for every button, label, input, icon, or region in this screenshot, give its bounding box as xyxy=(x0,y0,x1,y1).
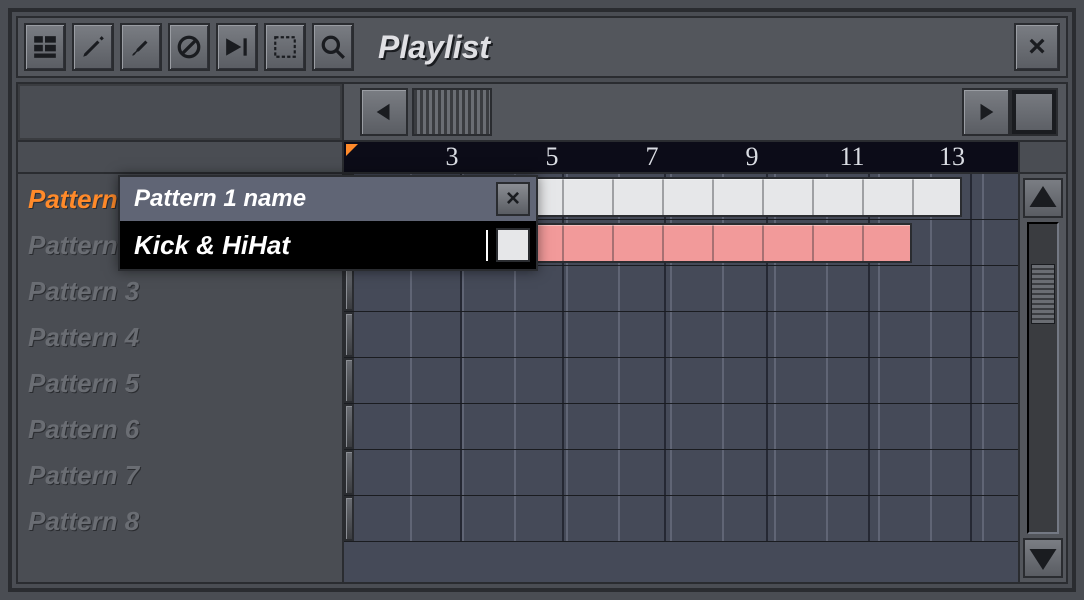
rename-popup-title: Pattern 1 name xyxy=(134,185,496,213)
window-title: Playlist xyxy=(378,29,490,66)
pattern-label[interactable]: Pattern 6 xyxy=(18,406,342,452)
horizontal-scroll-thumb[interactable] xyxy=(412,88,492,136)
ruler-tick: 11 xyxy=(839,142,864,172)
ruler-tick: 7 xyxy=(646,142,659,172)
ruler-tick: 9 xyxy=(746,142,759,172)
triangle-right-icon xyxy=(975,101,997,123)
ruler-corner xyxy=(18,142,344,172)
pattern-row[interactable] xyxy=(344,404,1018,450)
scroll-up-button[interactable] xyxy=(1023,178,1063,218)
navigation-row xyxy=(18,84,1066,140)
paintbrush-icon xyxy=(128,34,154,60)
ruler-track[interactable]: 3 5 7 9 11 13 xyxy=(344,142,1018,172)
ruler-tick: 5 xyxy=(546,142,559,172)
titlebar: Playlist × xyxy=(16,16,1068,78)
grid-menu-icon xyxy=(32,34,58,60)
scroll-down-button[interactable] xyxy=(1023,538,1063,578)
rename-popup-header[interactable]: Pattern 1 name × xyxy=(120,177,536,221)
zoom-tool-button[interactable] xyxy=(312,23,354,71)
nav-corner-box xyxy=(18,84,344,140)
playlist-body: 35791113 Pattern 1Pattern 2Pattern 3Patt… xyxy=(16,82,1068,584)
row-handle[interactable] xyxy=(344,266,354,311)
vertical-scroll-track[interactable] xyxy=(1027,222,1059,534)
delete-tool-button[interactable] xyxy=(168,23,210,71)
triangle-up-icon xyxy=(1025,180,1061,216)
pattern-label[interactable]: Pattern 7 xyxy=(18,452,342,498)
pattern-row[interactable] xyxy=(344,450,1018,496)
row-handle[interactable] xyxy=(344,404,354,449)
row-handle[interactable] xyxy=(344,358,354,403)
pattern-label[interactable]: Pattern 3 xyxy=(18,268,342,314)
time-ruler[interactable]: 3 5 7 9 11 13 xyxy=(18,140,1066,174)
row-handle[interactable] xyxy=(344,312,354,357)
pattern-color-swatch[interactable] xyxy=(496,228,530,262)
pattern-row[interactable] xyxy=(344,496,1018,542)
slice-tool-button[interactable] xyxy=(216,23,258,71)
rename-input-row: Kick & HiHat xyxy=(120,221,536,269)
no-entry-icon xyxy=(176,34,202,60)
select-tool-button[interactable] xyxy=(264,23,306,71)
slice-icon xyxy=(224,34,250,60)
triangle-down-icon xyxy=(1025,540,1061,576)
menu-button[interactable] xyxy=(24,23,66,71)
vertical-scroll-thumb[interactable] xyxy=(1031,264,1055,324)
pattern-row[interactable] xyxy=(344,312,1018,358)
scroll-right-button[interactable] xyxy=(962,88,1010,136)
row-handle[interactable] xyxy=(344,450,354,495)
playhead-marker-icon[interactable] xyxy=(346,144,358,156)
pattern-label[interactable]: Pattern 8 xyxy=(18,498,342,544)
pattern-clip[interactable] xyxy=(512,177,962,217)
pattern-label[interactable]: Pattern 4 xyxy=(18,314,342,360)
pattern-clip[interactable] xyxy=(512,223,912,263)
row-handle[interactable] xyxy=(344,496,354,541)
ruler-tick: 13 xyxy=(939,142,965,172)
draw-tool-button[interactable] xyxy=(72,23,114,71)
ruler-right-cap xyxy=(1018,142,1066,172)
playlist-window: Playlist × 35791113 Pattern 1Pattern 2Pa xyxy=(8,8,1076,592)
select-icon xyxy=(272,34,298,60)
magnifier-icon xyxy=(320,34,346,60)
pattern-row[interactable] xyxy=(344,266,1018,312)
triangle-left-icon xyxy=(373,101,395,123)
loop-toggle-button[interactable] xyxy=(1010,88,1058,136)
rename-input[interactable]: Kick & HiHat xyxy=(134,230,488,261)
scroll-left-button[interactable] xyxy=(360,88,408,136)
vertical-scrollbar xyxy=(1018,174,1066,582)
pattern-label[interactable]: Pattern 5 xyxy=(18,360,342,406)
pencil-icon xyxy=(80,34,106,60)
paint-tool-button[interactable] xyxy=(120,23,162,71)
ruler-tick: 3 xyxy=(446,142,459,172)
rename-popup: Pattern 1 name × Kick & HiHat xyxy=(118,175,538,271)
pattern-row[interactable] xyxy=(344,358,1018,404)
rename-close-button[interactable]: × xyxy=(496,182,530,216)
close-button[interactable]: × xyxy=(1014,23,1060,71)
